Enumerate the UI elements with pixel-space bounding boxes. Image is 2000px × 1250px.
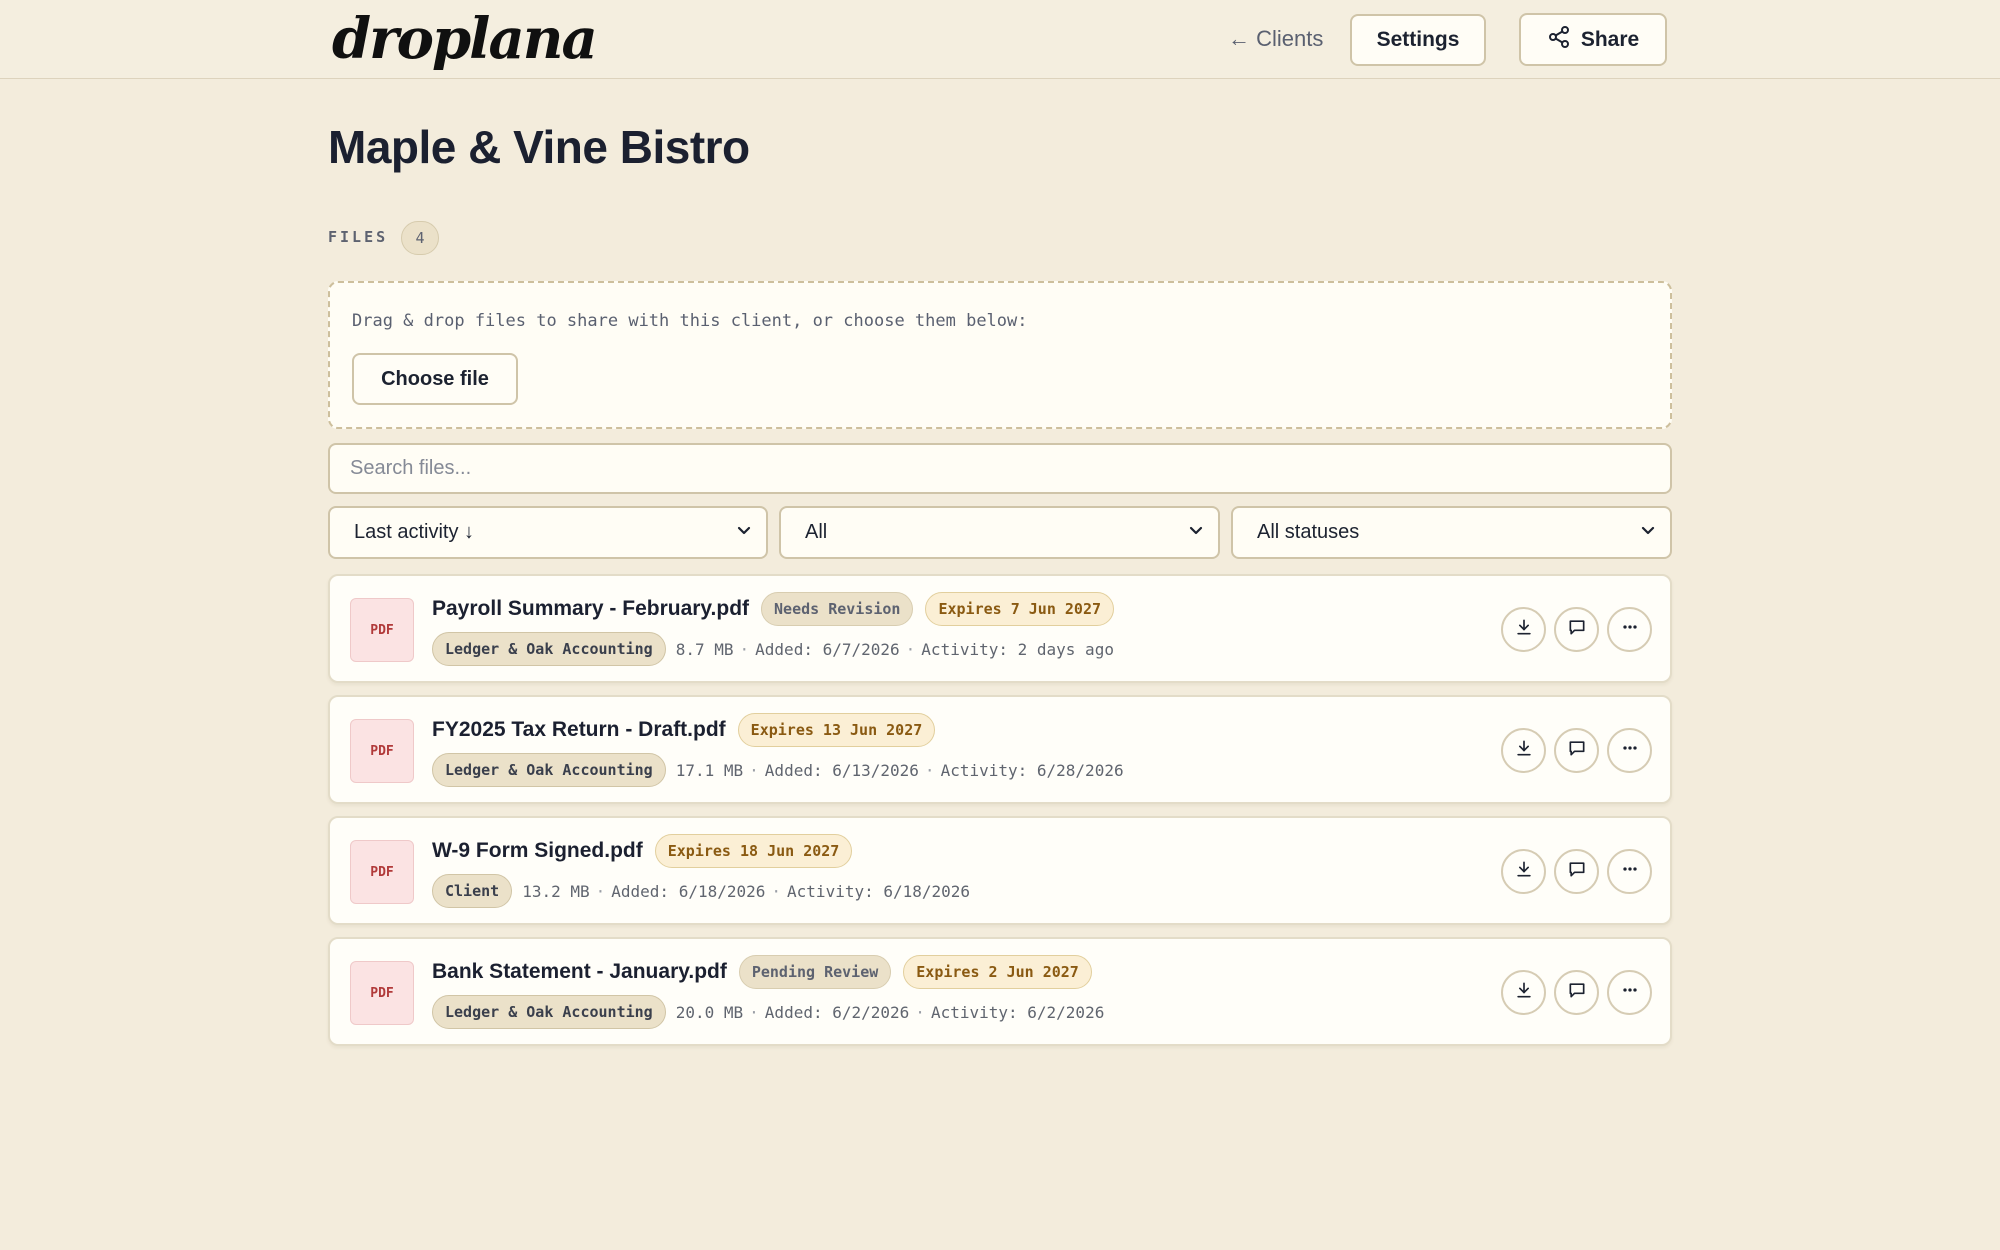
file-meta: 17.1 MB · Added: 6/13/2026 · Activity: 6/28/… xyxy=(675,760,1124,780)
download-button[interactable] xyxy=(1501,970,1546,1015)
comment-button[interactable] xyxy=(1554,970,1599,1015)
file-name[interactable]: Payroll Summary - February.pdf xyxy=(432,597,749,621)
file-activity: Activity: 2 days ago xyxy=(921,639,1114,659)
file-size: 17.1 MB xyxy=(675,760,744,780)
file-row[interactable]: PDF Bank Statement - January.pdf Pending… xyxy=(328,937,1672,1046)
file-added: Added: 6/13/2026 xyxy=(764,760,919,780)
download-icon xyxy=(1514,859,1534,884)
expiry-badge: Expires 2 Jun 2027 xyxy=(903,955,1092,989)
file-added: Added: 6/18/2026 xyxy=(611,881,766,901)
back-to-clients-link[interactable]: ← Clients xyxy=(1228,24,1323,54)
file-name[interactable]: FY2025 Tax Return - Draft.pdf xyxy=(432,718,726,742)
file-row[interactable]: PDF Payroll Summary - February.pdf Needs… xyxy=(328,574,1672,683)
files-count-badge: 4 xyxy=(401,221,439,255)
chevron-down-icon xyxy=(736,522,752,543)
comment-button[interactable] xyxy=(1554,728,1599,773)
expiry-badge: Expires 13 Jun 2027 xyxy=(737,713,936,747)
comment-icon xyxy=(1567,859,1587,884)
search-input[interactable] xyxy=(328,443,1672,494)
more-options-button[interactable] xyxy=(1607,849,1652,894)
share-icon xyxy=(1547,25,1571,55)
pdf-file-icon: PDF xyxy=(350,840,414,904)
settings-button[interactable]: Settings xyxy=(1350,14,1486,66)
sort-select[interactable]: Last activity ↓ xyxy=(328,506,768,559)
pdf-file-icon: PDF xyxy=(350,598,414,662)
owner-badge: Client xyxy=(432,874,513,908)
dropzone-instructions: Drag & drop files to share with this cli… xyxy=(352,311,1028,331)
file-activity: Activity: 6/28/2026 xyxy=(940,760,1124,780)
chevron-down-icon xyxy=(1188,522,1204,543)
more-icon xyxy=(1620,980,1640,1005)
more-options-button[interactable] xyxy=(1607,607,1652,652)
comment-icon xyxy=(1567,738,1587,763)
more-options-button[interactable] xyxy=(1607,970,1652,1015)
file-meta: 20.0 MB · Added: 6/2/2026 · Activity: 6/2/20… xyxy=(675,1002,1105,1022)
file-row[interactable]: PDF FY2025 Tax Return - Draft.pdf Expire… xyxy=(328,695,1672,804)
file-meta: 13.2 MB · Added: 6/18/2026 · Activity: 6/18/… xyxy=(522,881,971,901)
choose-file-button[interactable]: Choose file xyxy=(352,353,518,405)
file-size: 13.2 MB xyxy=(522,881,590,901)
pdf-file-icon: PDF xyxy=(350,961,414,1025)
owner-badge: Ledger & Oak Accounting xyxy=(432,995,666,1029)
file-activity: Activity: 6/18/2026 xyxy=(787,881,971,901)
file-meta: 8.7 MB · Added: 6/7/2026 · Activity: 2 days … xyxy=(675,639,1114,659)
download-icon xyxy=(1514,980,1534,1005)
sort-select-value: Last activity ↓ xyxy=(354,521,475,543)
download-icon xyxy=(1514,617,1534,642)
more-icon xyxy=(1620,617,1640,642)
more-icon xyxy=(1620,738,1640,763)
file-dropzone[interactable]: Drag & drop files to share with this cli… xyxy=(328,281,1672,429)
top-bar: droplana ← Clients Settings Share xyxy=(0,0,2000,79)
owner-badge: Ledger & Oak Accounting xyxy=(432,753,666,787)
type-filter-value: All xyxy=(805,521,828,543)
comment-icon xyxy=(1567,617,1587,642)
type-filter-select[interactable]: All xyxy=(779,506,1220,559)
comment-button[interactable] xyxy=(1554,849,1599,894)
file-added: Added: 6/7/2026 xyxy=(755,639,900,659)
status-filter-value: All statuses xyxy=(1257,521,1360,543)
download-button[interactable] xyxy=(1501,849,1546,894)
app-logo[interactable]: droplana xyxy=(332,6,598,72)
status-filter-select[interactable]: All statuses xyxy=(1231,506,1672,559)
status-badge: Needs Revision xyxy=(761,592,914,626)
comment-button[interactable] xyxy=(1554,607,1599,652)
status-badge: Pending Review xyxy=(738,955,892,989)
file-name[interactable]: W-9 Form Signed.pdf xyxy=(432,839,643,863)
chevron-down-icon xyxy=(1640,522,1656,543)
download-button[interactable] xyxy=(1501,607,1546,652)
file-activity: Activity: 6/2/2026 xyxy=(930,1002,1105,1022)
download-button[interactable] xyxy=(1501,728,1546,773)
files-section-label: FILES xyxy=(328,228,389,246)
file-added: Added: 6/2/2026 xyxy=(764,1002,910,1022)
owner-badge: Ledger & Oak Accounting xyxy=(432,632,666,666)
expiry-badge: Expires 7 Jun 2027 xyxy=(925,592,1115,626)
pdf-file-icon: PDF xyxy=(350,719,414,783)
page-title: Maple & Vine Bistro xyxy=(328,121,750,173)
file-row[interactable]: PDF W-9 Form Signed.pdf Expires 18 Jun 2… xyxy=(328,816,1672,925)
more-icon xyxy=(1620,859,1640,884)
share-button[interactable]: Share xyxy=(1519,13,1667,66)
more-options-button[interactable] xyxy=(1607,728,1652,773)
file-size: 20.0 MB xyxy=(675,1002,744,1022)
share-button-label: Share xyxy=(1580,27,1640,51)
comment-icon xyxy=(1567,980,1587,1005)
download-icon xyxy=(1514,738,1534,763)
file-name[interactable]: Bank Statement - January.pdf xyxy=(432,960,727,984)
expiry-badge: Expires 18 Jun 2027 xyxy=(654,834,853,868)
file-size: 8.7 MB xyxy=(675,639,734,659)
